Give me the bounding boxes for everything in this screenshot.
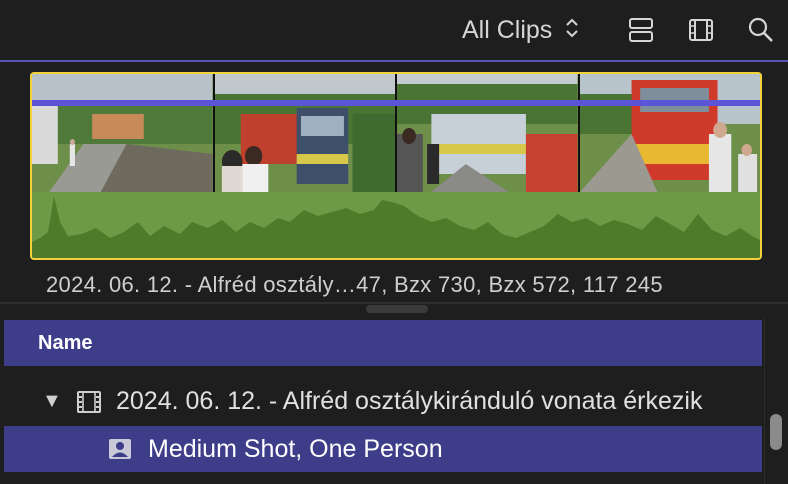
chevron-updown-icon: [564, 16, 580, 45]
thumbnail-train-arrival: [214, 74, 397, 192]
list-item-keyword[interactable]: Medium Shot, One Person: [4, 426, 762, 472]
clip-appearance-icon[interactable]: [626, 14, 656, 46]
clips-filter-menu[interactable]: All Clips: [462, 14, 580, 46]
list-item-event-clip[interactable]: ▼ 2024. 06. 12. - Alfréd osztálykirándul…: [4, 378, 762, 424]
column-name-header[interactable]: Name: [38, 332, 92, 355]
disclosure-triangle-icon[interactable]: ▼: [42, 390, 62, 413]
thumbnail-crowd: [397, 74, 580, 192]
keyword-range-bar[interactable]: [32, 100, 760, 106]
vertical-scrollbar-thumb[interactable]: [770, 414, 782, 450]
filmstrip-area: 2024. 06. 12. - Alfréd osztály…47, Bzx 7…: [0, 62, 788, 302]
video-thumbnails: [32, 74, 760, 192]
keyword-label: Medium Shot, One Person: [148, 434, 443, 463]
film-clip-icon: [76, 390, 102, 419]
clip-name-caption: 2024. 06. 12. - Alfréd osztály…47, Bzx 7…: [46, 272, 663, 297]
pane-divider: [0, 302, 788, 304]
event-clip-label: 2024. 06. 12. - Alfréd osztálykiránduló …: [116, 386, 703, 415]
resize-handle[interactable]: [366, 305, 428, 313]
thumbnail-platform: [32, 74, 215, 192]
clips-filter-label: All Clips: [462, 15, 553, 44]
selected-clip-filmstrip[interactable]: [30, 72, 762, 260]
thumbnail-red-train: [579, 74, 760, 192]
person-shot-icon: [108, 438, 132, 465]
filmstrip-icon[interactable]: [686, 14, 716, 46]
browser-toolbar: All Clips: [0, 0, 788, 60]
vertical-scrollbar-track[interactable]: [764, 318, 788, 484]
list-column-header[interactable]: Name: [4, 320, 762, 366]
audio-waveform: [32, 192, 760, 258]
browser-list: Name ▼ 2024. 06. 12. - Alfréd osztálykir…: [0, 318, 788, 484]
search-icon[interactable]: [746, 14, 776, 46]
